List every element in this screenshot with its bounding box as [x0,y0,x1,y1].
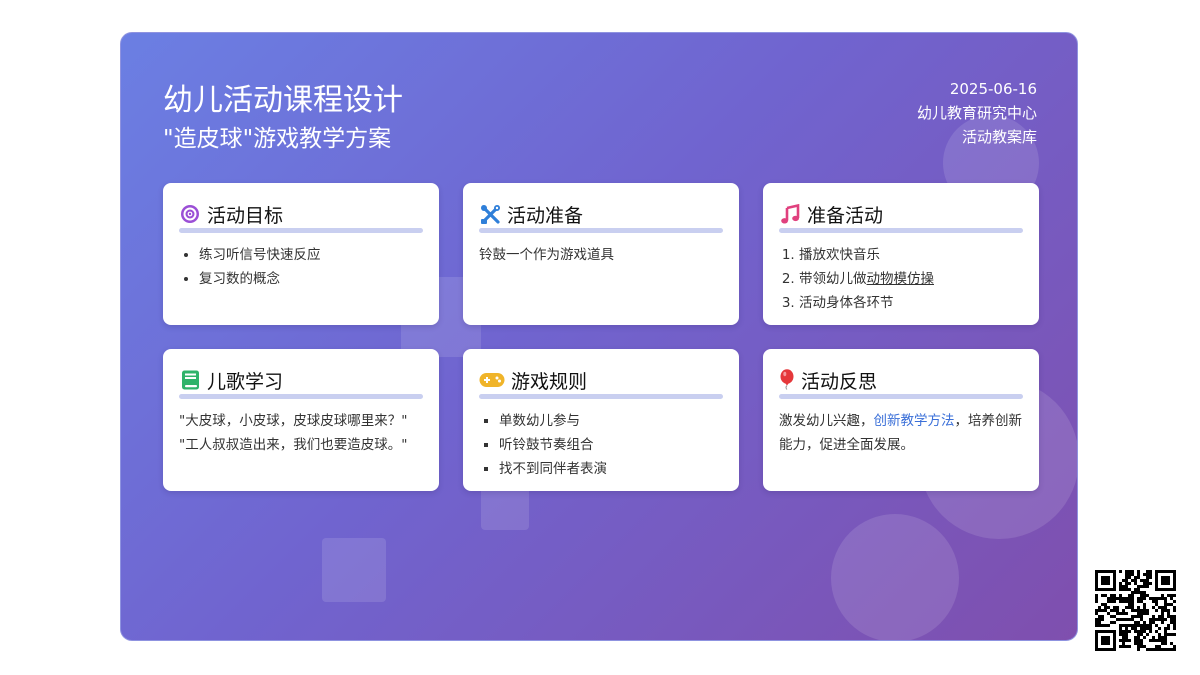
decor-circle-bottom [831,514,959,640]
card-divider [179,228,423,233]
card-prep: 活动准备 铃鼓一个作为游戏道具 [463,183,739,325]
list-item: 复习数的概念 [199,267,423,291]
card-rules: 游戏规则 单数幼儿参与 听铃鼓节奏组合 找不到同伴者表演 [463,349,739,491]
card-song-title: 儿歌学习 [207,370,284,393]
list-item: 练习听信号快速反应 [199,243,423,267]
org-label: 幼儿教育研究中心 [916,104,1037,122]
card-warmup: 准备活动 播放欢快音乐 带领幼儿做动物模仿操 活动身体各环节 [763,183,1039,325]
card-divider [179,394,423,399]
card-rules-title: 游戏规则 [511,370,588,393]
goals-list: 练习听信号快速反应 复习数的概念 [179,243,423,291]
card-song: 儿歌学习 "大皮球，小皮球，皮球皮球哪里来？" "工人叔叔造出来，我们也要造皮球… [163,349,439,491]
card-reflect-title: 活动反思 [801,370,878,393]
card-divider [779,228,1023,233]
innovation-link[interactable]: 创新教学方法 [874,413,955,429]
card-goals: 活动目标 练习听信号快速反应 复习数的概念 [163,183,439,325]
card-divider [779,394,1023,399]
list-item: 活动身体各环节 [799,291,1023,315]
lyric-line: "工人叔叔造出来，我们也要造皮球。" [179,437,408,453]
reflect-text-start: 激发幼儿兴趣， [779,413,874,429]
page-subtitle: "造皮球"游戏教学方案 [163,126,392,152]
date-label: 2025-06-16 [949,80,1037,98]
list-item: 播放欢快音乐 [799,243,1023,267]
rules-list: 单数幼儿参与 听铃鼓节奏组合 找不到同伴者表演 [479,409,723,481]
card-reflect: 活动反思 激发幼儿兴趣，创新教学方法，培养创新能力，促进全面发展。 [763,349,1039,491]
card-warmup-title: 准备活动 [807,204,884,227]
card-divider [479,394,723,399]
list-item: 听铃鼓节奏组合 [499,433,723,457]
decor-square-bottom-left [322,538,386,602]
target-icon [179,203,201,225]
page-title: 幼儿活动课程设计 [163,83,403,118]
animal-exercise-link[interactable]: 动物模仿操 [867,271,935,287]
card-divider [479,228,723,233]
book-icon [179,369,201,391]
header-meta: 2025-06-16 幼儿教育研究中心 活动教案库 [917,77,1037,149]
song-lyrics: "大皮球，小皮球，皮球皮球哪里来？" "工人叔叔造出来，我们也要造皮球。" [179,409,423,457]
list-item: 找不到同伴者表演 [499,457,723,481]
prep-text: 铃鼓一个作为游戏道具 [479,247,614,263]
list-item: 带领幼儿做动物模仿操 [799,267,1023,291]
list-item-text: 带领幼儿做 [799,271,867,287]
warmup-list: 播放欢快音乐 带领幼儿做动物模仿操 活动身体各环节 [779,243,1023,315]
lyric-line: "大皮球，小皮球，皮球皮球哪里来？" [179,413,408,429]
slide-canvas: 幼儿活动课程设计 "造皮球"游戏教学方案 2025-06-16 幼儿教育研究中心… [120,32,1078,641]
card-prep-title: 活动准备 [507,204,584,227]
reflect-text: 激发幼儿兴趣，创新教学方法，培养创新能力，促进全面发展。 [779,409,1023,457]
qr-code-icon [1095,570,1176,651]
list-item: 单数幼儿参与 [499,409,723,433]
card-goals-title: 活动目标 [207,204,284,227]
library-label: 活动教案库 [961,128,1037,146]
balloon-icon [779,369,795,391]
gamepad-icon [479,369,505,391]
music-note-icon [779,203,801,225]
tools-icon [479,203,501,225]
